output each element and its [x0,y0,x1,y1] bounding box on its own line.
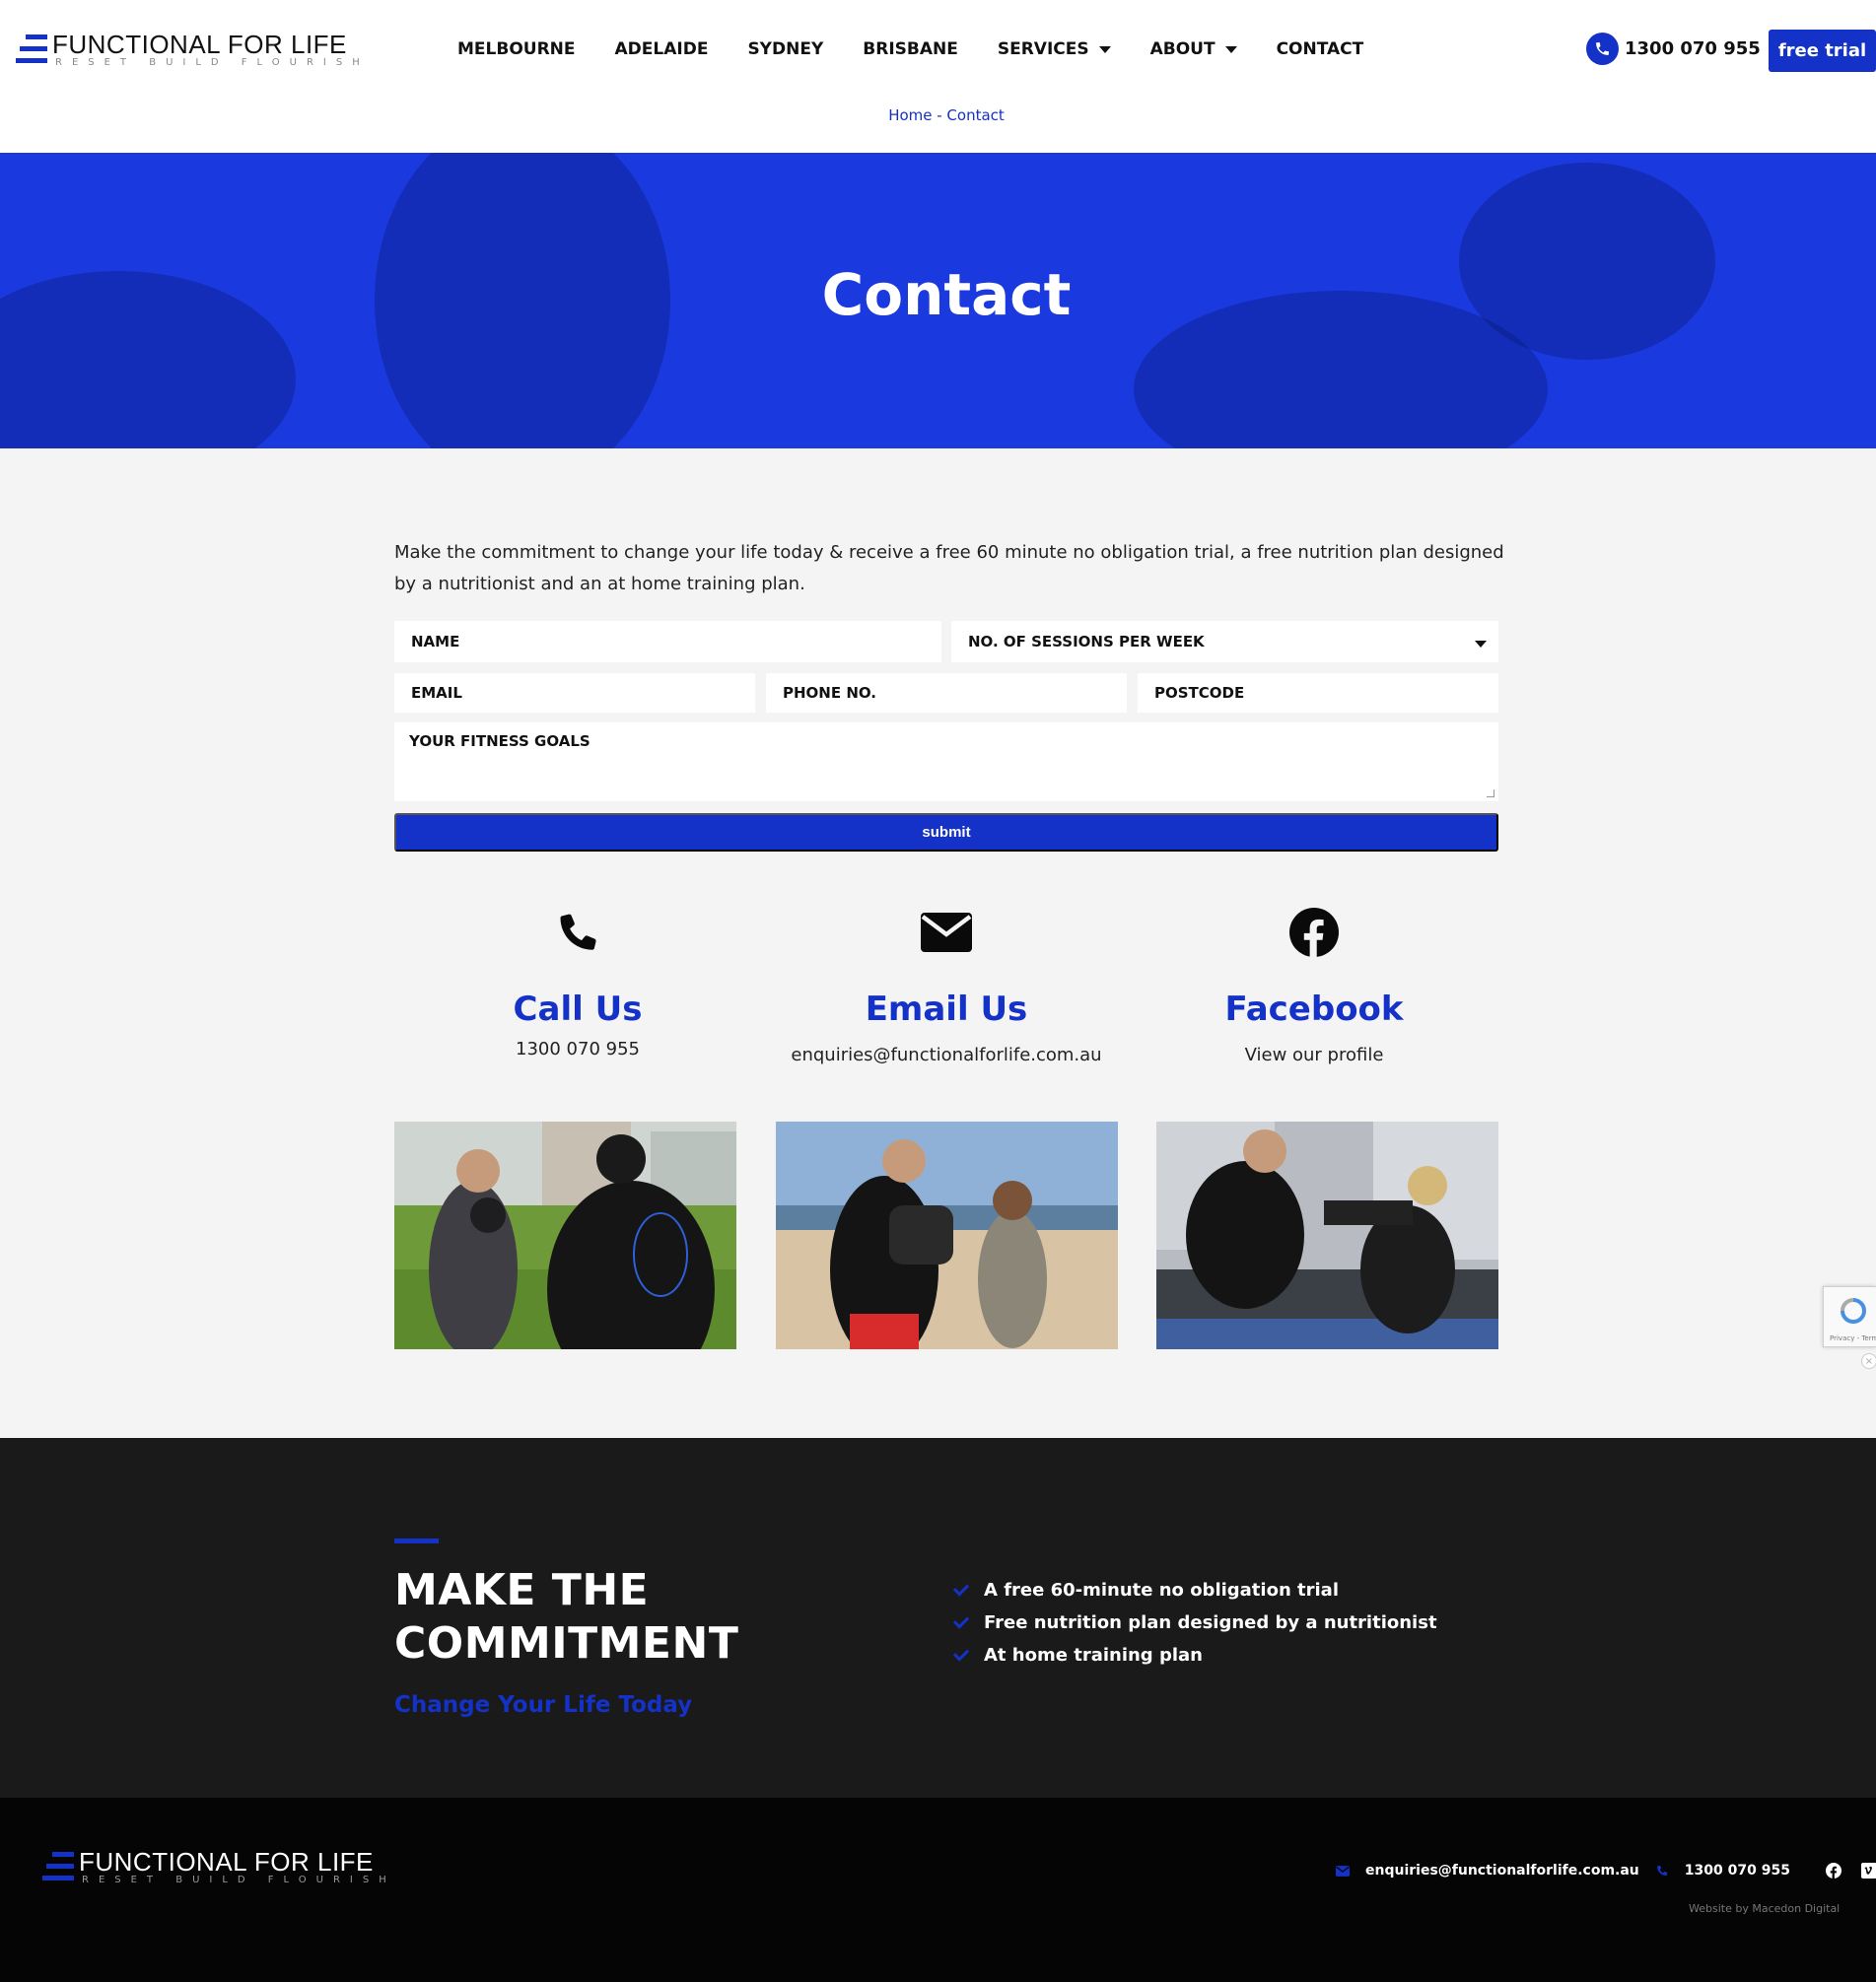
email-input[interactable]: EMAIL [394,673,755,713]
vimeo-icon[interactable] [1860,1863,1876,1879]
phone-icon [394,907,761,958]
benefits-list: A free 60-minute no obligation trial Fre… [952,1574,1437,1672]
nav-contact[interactable]: CONTACT [1277,39,1364,59]
nav-brisbane[interactable]: BRISBANE [863,39,958,59]
postcode-input[interactable]: POSTCODE [1138,673,1498,713]
nav-label: MELBOURNE [457,39,576,59]
email-us-title: Email Us [865,990,1028,1029]
email-us-block[interactable]: Email Us enquiries@functionalforlife.com… [763,907,1130,1065]
site-header: FUNCTIONAL FOR LIFE RESET BUILD FLOURISH… [0,0,1876,153]
commitment-heading: MAKE THE COMMITMENT [394,1564,738,1671]
website-credit[interactable]: Website by Macedon Digital [1689,1902,1840,1915]
facebook-icon [1131,907,1497,958]
list-item: A free 60-minute no obligation trial [952,1574,1437,1606]
chevron-down-icon [1475,641,1487,648]
nav-melbourne[interactable]: MELBOURNE [457,39,576,59]
list-item: At home training plan [952,1639,1437,1672]
nav-label: SYDNEY [747,39,824,59]
list-item: Free nutrition plan designed by a nutrit… [952,1606,1437,1639]
recaptcha-logo-icon [1841,1298,1866,1324]
caret-down-icon [1098,45,1111,53]
header-phone-number: 1300 070 955 [1625,38,1761,59]
accent-bar [394,1538,439,1543]
recaptcha-close-icon[interactable]: × [1861,1353,1876,1369]
nav-label: ADELAIDE [614,39,709,59]
nav-adelaide[interactable]: ADELAIDE [615,39,709,59]
nav-label: CONTACT [1276,39,1364,59]
footer-email-link[interactable]: enquiries@functionalforlife.com.au [1336,1863,1639,1879]
email-us-address: enquiries@functionalforlife.com.au [791,1045,1102,1065]
logo-name: FUNCTIONAL FOR LIFE [79,1847,374,1877]
footer-phone-link[interactable]: 1300 070 955 [1655,1863,1790,1879]
nav-services[interactable]: SERVICES [998,39,1111,59]
facebook-title: Facebook [1224,990,1404,1029]
caret-down-icon [1224,45,1237,53]
commitment-heading-line1: MAKE THE [394,1565,650,1615]
nav-about[interactable]: ABOUT [1150,39,1237,59]
envelope-icon [1336,1865,1350,1877]
benefit-text: Free nutrition plan designed by a nutrit… [984,1612,1437,1633]
logo-tagline: RESET BUILD FLOURISH [55,57,370,68]
email-placeholder: EMAIL [411,684,462,702]
header-phone-link[interactable]: 1300 070 955 [1586,33,1761,65]
check-icon [952,1580,970,1597]
footer-email: enquiries@functionalforlife.com.au [1365,1863,1639,1879]
facebook-link-text: View our profile [1244,1045,1384,1065]
free-trial-button[interactable]: free trial [1769,30,1876,72]
hero-banner: Contact [0,153,1876,448]
logo-name: FUNCTIONAL FOR LIFE [52,30,347,59]
nav-sydney[interactable]: SYDNEY [747,39,823,59]
intro-text: Make the commitment to change your life … [394,542,1504,594]
nav-label: SERVICES [997,39,1089,59]
site-logo[interactable]: FUNCTIONAL FOR LIFE RESET BUILD FLOURISH [16,30,360,74]
phone-icon [1655,1864,1669,1878]
resize-handle-icon[interactable] [1487,789,1494,797]
benefit-text: A free 60-minute no obligation trial [984,1580,1339,1601]
check-icon [952,1645,970,1662]
sessions-placeholder: NO. OF SESSIONS PER WEEK [968,633,1205,650]
name-input[interactable]: NAME [394,621,941,662]
main-nav: MELBOURNE ADELAIDE SYDNEY BRISBANE SERVI… [457,37,1403,61]
footer-phone: 1300 070 955 [1684,1863,1790,1879]
commitment-subtitle: Change Your Life Today [394,1692,693,1718]
check-icon [952,1612,970,1629]
logo-bars-icon [42,1852,74,1883]
submit-button[interactable]: submit [394,813,1498,852]
commitment-heading-line2: COMMITMENT [394,1618,739,1669]
sessions-select[interactable]: NO. OF SESSIONS PER WEEK [951,621,1498,662]
benefit-text: At home training plan [984,1645,1203,1666]
page-title: Contact [821,261,1072,328]
fitness-goals-textarea[interactable]: YOUR FITNESS GOALS [394,722,1498,801]
photo-beach-boxing [776,1122,1118,1349]
logo-tagline: RESET BUILD FLOURISH [82,1875,396,1885]
photo-gym-situps [1156,1122,1498,1349]
footer-contacts: enquiries@functionalforlife.com.au 1300 … [1336,1863,1876,1879]
name-placeholder: NAME [411,633,460,650]
call-us-number: 1300 070 955 [516,1039,640,1059]
nav-label: ABOUT [1149,39,1216,59]
postcode-placeholder: POSTCODE [1154,684,1245,702]
phone-icon [1586,33,1619,65]
recaptcha-links[interactable]: Privacy - Terms [1830,1334,1876,1342]
envelope-icon [763,907,1130,958]
contact-section: Make the commitment to change your life … [0,448,1876,1438]
breadcrumb[interactable]: Home - Contact [0,106,1876,124]
facebook-block[interactable]: Facebook View our profile [1131,907,1497,1065]
nav-label: BRISBANE [863,39,958,59]
logo-bars-icon [16,34,47,66]
phone-input[interactable]: PHONE NO. [766,673,1127,713]
site-footer: FUNCTIONAL FOR LIFE RESET BUILD FLOURISH… [0,1798,1876,1982]
goals-placeholder: YOUR FITNESS GOALS [409,732,591,750]
recaptcha-badge[interactable]: Privacy - Terms [1823,1286,1876,1347]
facebook-icon[interactable] [1825,1863,1841,1879]
commitment-section: MAKE THE COMMITMENT Change Your Life Tod… [0,1438,1876,1798]
photo-park-kettlebell [394,1122,736,1349]
call-us-title: Call Us [513,990,643,1029]
phone-placeholder: PHONE NO. [783,684,876,702]
call-us-block[interactable]: Call Us 1300 070 955 [394,907,761,1059]
footer-logo[interactable]: FUNCTIONAL FOR LIFE RESET BUILD FLOURISH [42,1847,386,1891]
